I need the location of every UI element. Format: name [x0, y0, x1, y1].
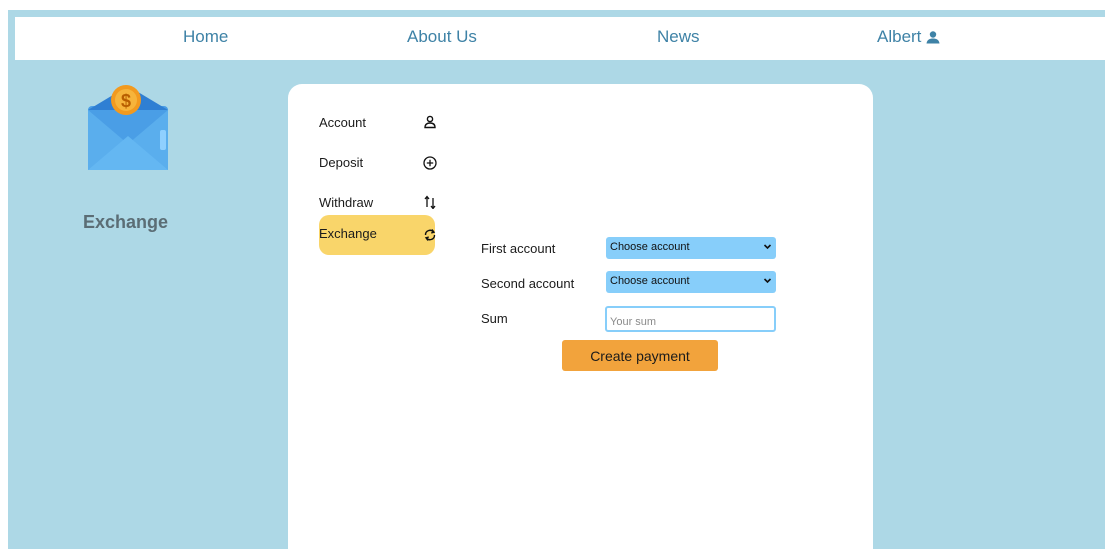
second-account-value: Choose account	[610, 275, 690, 287]
svg-text:$: $	[121, 91, 131, 111]
sidebar-item-deposit[interactable]: Deposit	[319, 144, 437, 182]
sidebar-item-exchange[interactable]: Exchange	[319, 215, 436, 255]
second-account-select[interactable]: Choose account	[606, 271, 776, 293]
nav-news-link[interactable]: News	[657, 27, 700, 47]
first-account-value: Choose account	[610, 241, 690, 253]
money-envelope-logo: $	[86, 84, 170, 174]
plus-circle-icon	[423, 156, 437, 170]
sidebar-item-account[interactable]: Account	[319, 104, 436, 142]
sum-input[interactable]	[605, 306, 776, 332]
user-outline-icon	[424, 115, 436, 129]
arrows-up-down-icon	[424, 195, 436, 209]
nav-about-link[interactable]: About Us	[407, 27, 477, 47]
create-payment-button[interactable]: Create payment	[562, 340, 718, 371]
user-icon	[926, 30, 940, 43]
second-account-label: Second account	[481, 276, 575, 291]
user-name: Albert	[877, 27, 922, 46]
sidebar-item-label: Deposit	[319, 155, 364, 170]
nav-home-link[interactable]: Home	[183, 27, 228, 47]
sidebar-item-label: Exchange	[319, 226, 377, 241]
top-navigation: Home About Us News Albert	[15, 17, 1105, 60]
exchange-card: Account Deposit Withdraw Exchange First …	[288, 84, 873, 549]
nav-user-link[interactable]: Albert	[877, 27, 940, 47]
sidebar-item-label: Account	[319, 115, 366, 130]
refresh-icon	[424, 229, 436, 241]
sidebar-item-label: Withdraw	[319, 195, 374, 210]
sum-label: Sum	[481, 311, 508, 326]
first-account-label: First account	[481, 241, 556, 256]
page-title: Exchange	[83, 212, 169, 232]
chevron-down-icon	[763, 244, 772, 250]
chevron-down-icon	[763, 278, 772, 284]
first-account-select[interactable]: Choose account	[606, 237, 776, 259]
